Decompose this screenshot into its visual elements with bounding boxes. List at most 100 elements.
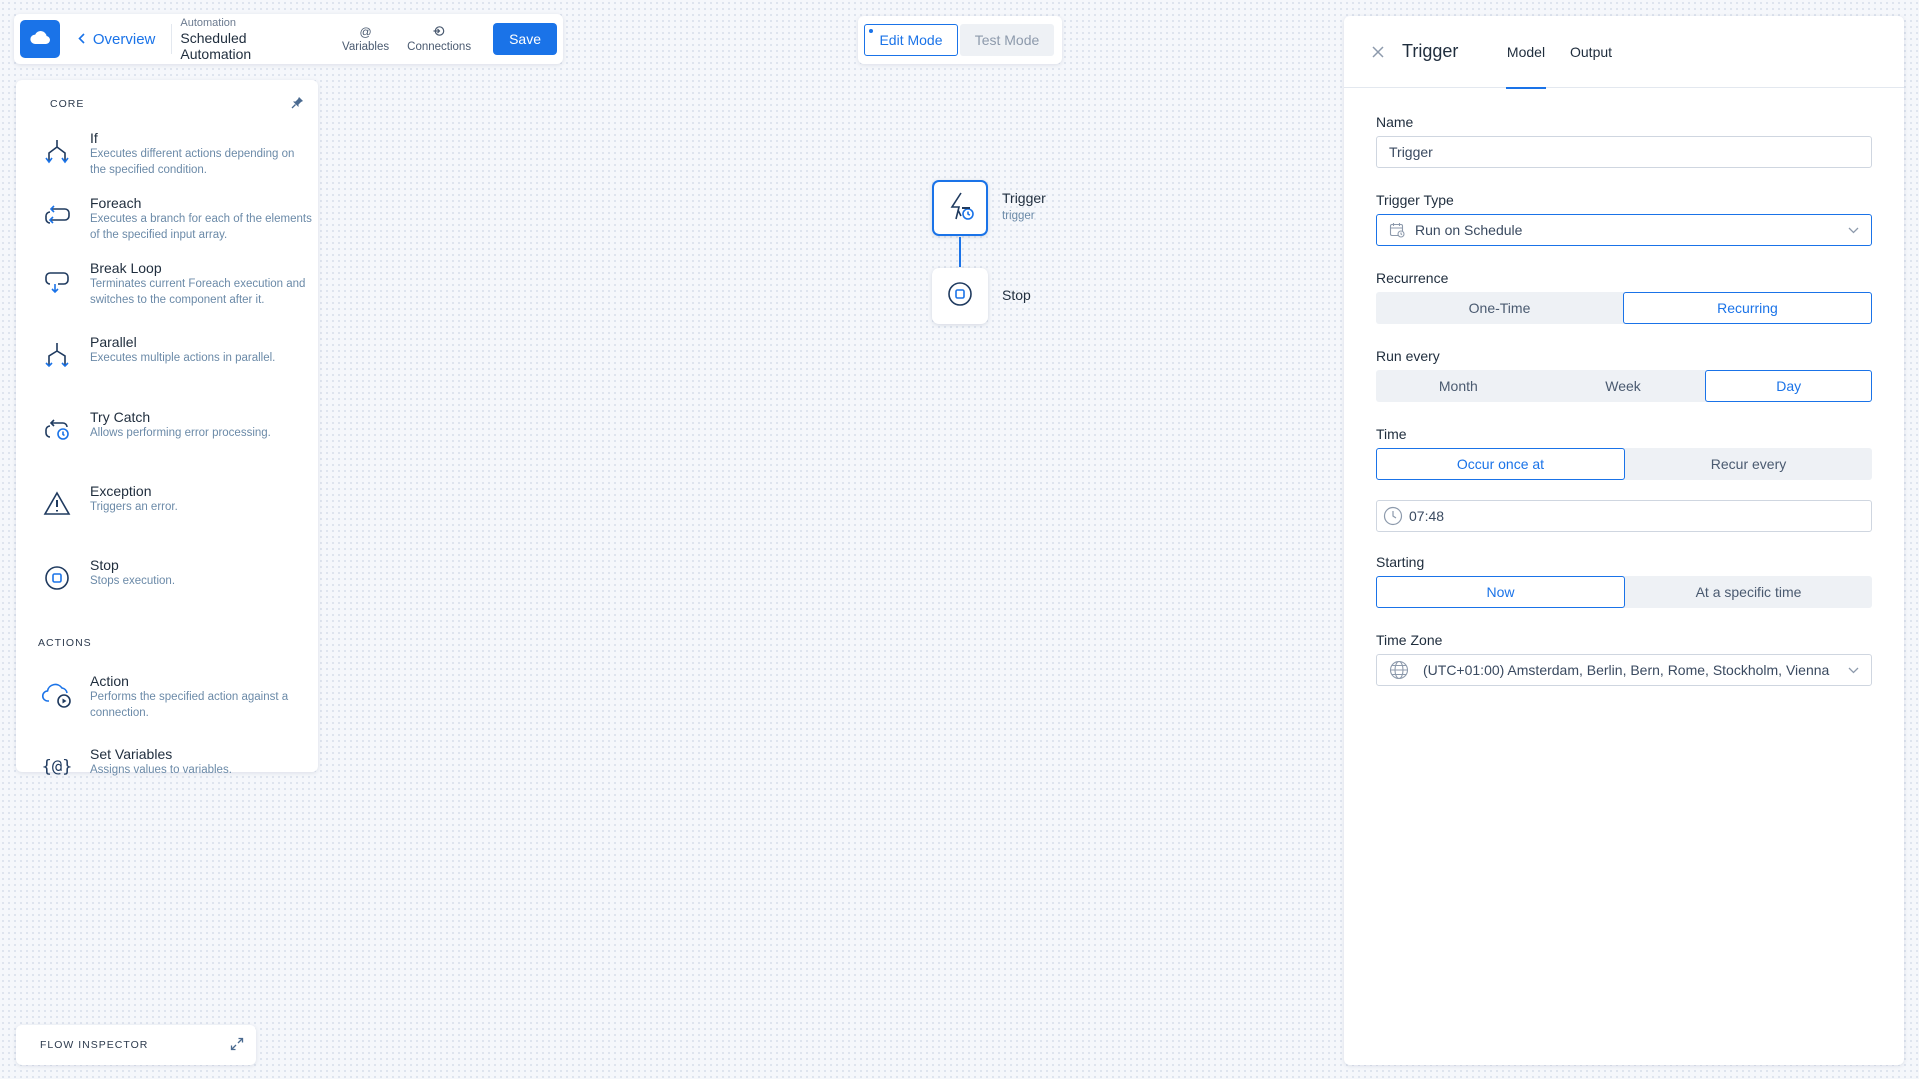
connection-plug-icon bbox=[433, 25, 445, 39]
expand-icon[interactable] bbox=[230, 1037, 244, 1054]
palette-item-parallel[interactable]: Parallel Executes multiple actions in pa… bbox=[26, 334, 308, 374]
name-value: Trigger bbox=[1389, 144, 1433, 160]
palette-item-try-catch[interactable]: Try Catch Allows performing error proces… bbox=[26, 409, 308, 449]
node-connector bbox=[959, 237, 961, 267]
option-label: Day bbox=[1776, 378, 1802, 394]
recurrence-label: Recurrence bbox=[1376, 270, 1449, 286]
option-label: Week bbox=[1605, 378, 1641, 394]
trigger-type-value: Run on Schedule bbox=[1415, 222, 1523, 238]
palette-item-action[interactable]: Action Performs the specified action aga… bbox=[26, 673, 308, 721]
component-palette: CORE If Executes different actions depen… bbox=[16, 80, 318, 777]
core-heading: CORE bbox=[50, 98, 85, 110]
palette-item-name: Try Catch bbox=[90, 409, 151, 425]
panel-header: Trigger Model Output bbox=[1344, 16, 1904, 89]
flow-node-stop[interactable] bbox=[932, 268, 988, 324]
try-catch-icon bbox=[38, 411, 76, 449]
edit-mode-button[interactable]: Edit Mode bbox=[864, 24, 958, 56]
actions-section-header: ACTIONS bbox=[26, 637, 308, 649]
mode-switch: Edit Mode Test Mode bbox=[858, 16, 1062, 64]
recurrence-option-one-time[interactable]: One-Time bbox=[1376, 292, 1623, 324]
chevron-down-icon bbox=[1848, 667, 1859, 674]
stop-icon bbox=[38, 559, 76, 597]
stop-node-label: Stop bbox=[1002, 287, 1031, 303]
globe-icon bbox=[1389, 660, 1409, 680]
connections-label: Connections bbox=[407, 41, 472, 53]
automation-type-label: Automation bbox=[180, 16, 237, 29]
calendar-icon bbox=[1389, 222, 1405, 238]
cloud-icon bbox=[29, 29, 51, 50]
timezone-label: Time Zone bbox=[1376, 632, 1443, 648]
properties-panel: Trigger Model Output Name Trigger Trigge… bbox=[1344, 16, 1904, 1065]
trigger-node-label: Trigger bbox=[1002, 190, 1046, 206]
core-section-header: CORE bbox=[26, 96, 308, 112]
run-every-segmented-control: Month Week Day bbox=[1376, 370, 1873, 402]
top-toolbar: Overview Automation Scheduled Automation… bbox=[14, 14, 563, 64]
palette-item-name: Action bbox=[90, 673, 129, 689]
palette-item-name: Stop bbox=[90, 557, 119, 573]
automation-name[interactable]: Scheduled Automation bbox=[180, 30, 320, 62]
run-every-option-week[interactable]: Week bbox=[1541, 370, 1706, 402]
close-icon[interactable] bbox=[1372, 45, 1384, 58]
recurrence-option-recurring[interactable]: Recurring bbox=[1623, 292, 1872, 324]
tab-output[interactable]: Output bbox=[1570, 16, 1612, 88]
timezone-select[interactable]: (UTC+01:00) Amsterdam, Berlin, Bern, Rom… bbox=[1376, 654, 1872, 686]
flow-node-trigger[interactable] bbox=[932, 180, 988, 236]
pin-icon[interactable] bbox=[291, 96, 304, 112]
palette-item-name: Parallel bbox=[90, 334, 137, 350]
trigger-node-sublabel: trigger bbox=[1002, 210, 1035, 222]
time-option-occur-once[interactable]: Occur once at bbox=[1376, 448, 1625, 480]
palette-item-break-loop[interactable]: Break Loop Terminates current Foreach ex… bbox=[26, 260, 308, 308]
option-label: At a specific time bbox=[1695, 584, 1802, 600]
tab-label: Output bbox=[1570, 44, 1613, 60]
palette-item-desc: Triggers an error. bbox=[90, 501, 178, 513]
time-option-recur-every[interactable]: Recur every bbox=[1625, 448, 1872, 480]
recurrence-segmented-control: One-Time Recurring bbox=[1376, 292, 1872, 324]
starting-segmented-control: Now At a specific time bbox=[1376, 576, 1872, 608]
palette-item-desc: Performs the specified action against a … bbox=[90, 691, 289, 719]
flow-inspector-panel[interactable]: FLOW INSPECTOR bbox=[16, 1025, 256, 1065]
palette-item-if[interactable]: If Executes different actions depending … bbox=[26, 130, 308, 178]
automation-title: Automation Scheduled Automation bbox=[180, 17, 320, 62]
app-logo-button[interactable] bbox=[20, 20, 60, 58]
chevron-left-icon bbox=[78, 31, 93, 48]
time-picker-field[interactable]: 07:48 bbox=[1376, 500, 1872, 532]
starting-option-now[interactable]: Now bbox=[1376, 576, 1625, 608]
set-variables-icon: {@} bbox=[38, 748, 76, 786]
connections-button[interactable]: Connections bbox=[407, 25, 471, 53]
cloud-play-icon bbox=[38, 675, 76, 713]
parallel-icon bbox=[38, 336, 76, 374]
if-branch-icon bbox=[38, 132, 76, 170]
palette-item-stop[interactable]: Stop Stops execution. bbox=[26, 557, 308, 597]
test-mode-button[interactable]: Test Mode bbox=[960, 24, 1054, 56]
tab-label: Model bbox=[1506, 44, 1546, 60]
trigger-type-select[interactable]: Run on Schedule bbox=[1376, 214, 1872, 246]
run-every-label: Run every bbox=[1376, 348, 1440, 364]
break-loop-icon bbox=[38, 262, 76, 300]
divider bbox=[171, 24, 173, 54]
starting-option-specific-time[interactable]: At a specific time bbox=[1625, 576, 1872, 608]
option-label: Now bbox=[1486, 584, 1515, 600]
option-label: Month bbox=[1438, 378, 1478, 394]
trigger-schedule-icon bbox=[944, 190, 976, 227]
palette-item-desc: Executes a branch for each of the elemen… bbox=[90, 213, 312, 241]
timezone-value: (UTC+01:00) Amsterdam, Berlin, Bern, Rom… bbox=[1423, 662, 1830, 678]
save-button[interactable]: Save bbox=[493, 23, 557, 55]
active-indicator-dot bbox=[869, 29, 873, 33]
palette-item-name: Set Variables bbox=[90, 746, 173, 762]
back-to-overview-link[interactable]: Overview bbox=[78, 31, 155, 48]
tab-model[interactable]: Model bbox=[1506, 16, 1546, 89]
panel-title: Trigger bbox=[1402, 41, 1459, 61]
palette-item-foreach[interactable]: Foreach Executes a branch for each of th… bbox=[26, 195, 312, 243]
variables-button[interactable]: @ Variables bbox=[342, 25, 389, 53]
option-label: Occur once at bbox=[1456, 456, 1545, 472]
edit-mode-label: Edit Mode bbox=[879, 32, 943, 48]
run-every-option-day[interactable]: Day bbox=[1705, 370, 1873, 402]
palette-item-set-variables[interactable]: {@} Set Variables Assigns values to vari… bbox=[26, 746, 308, 786]
palette-item-exception[interactable]: Exception Triggers an error. bbox=[26, 483, 308, 523]
starting-label: Starting bbox=[1376, 554, 1425, 570]
actions-heading: ACTIONS bbox=[38, 637, 92, 649]
time-segmented-control: Occur once at Recur every bbox=[1376, 448, 1872, 480]
time-value: 07:48 bbox=[1409, 508, 1445, 524]
run-every-option-month[interactable]: Month bbox=[1376, 370, 1541, 402]
name-field[interactable]: Trigger bbox=[1376, 136, 1872, 168]
